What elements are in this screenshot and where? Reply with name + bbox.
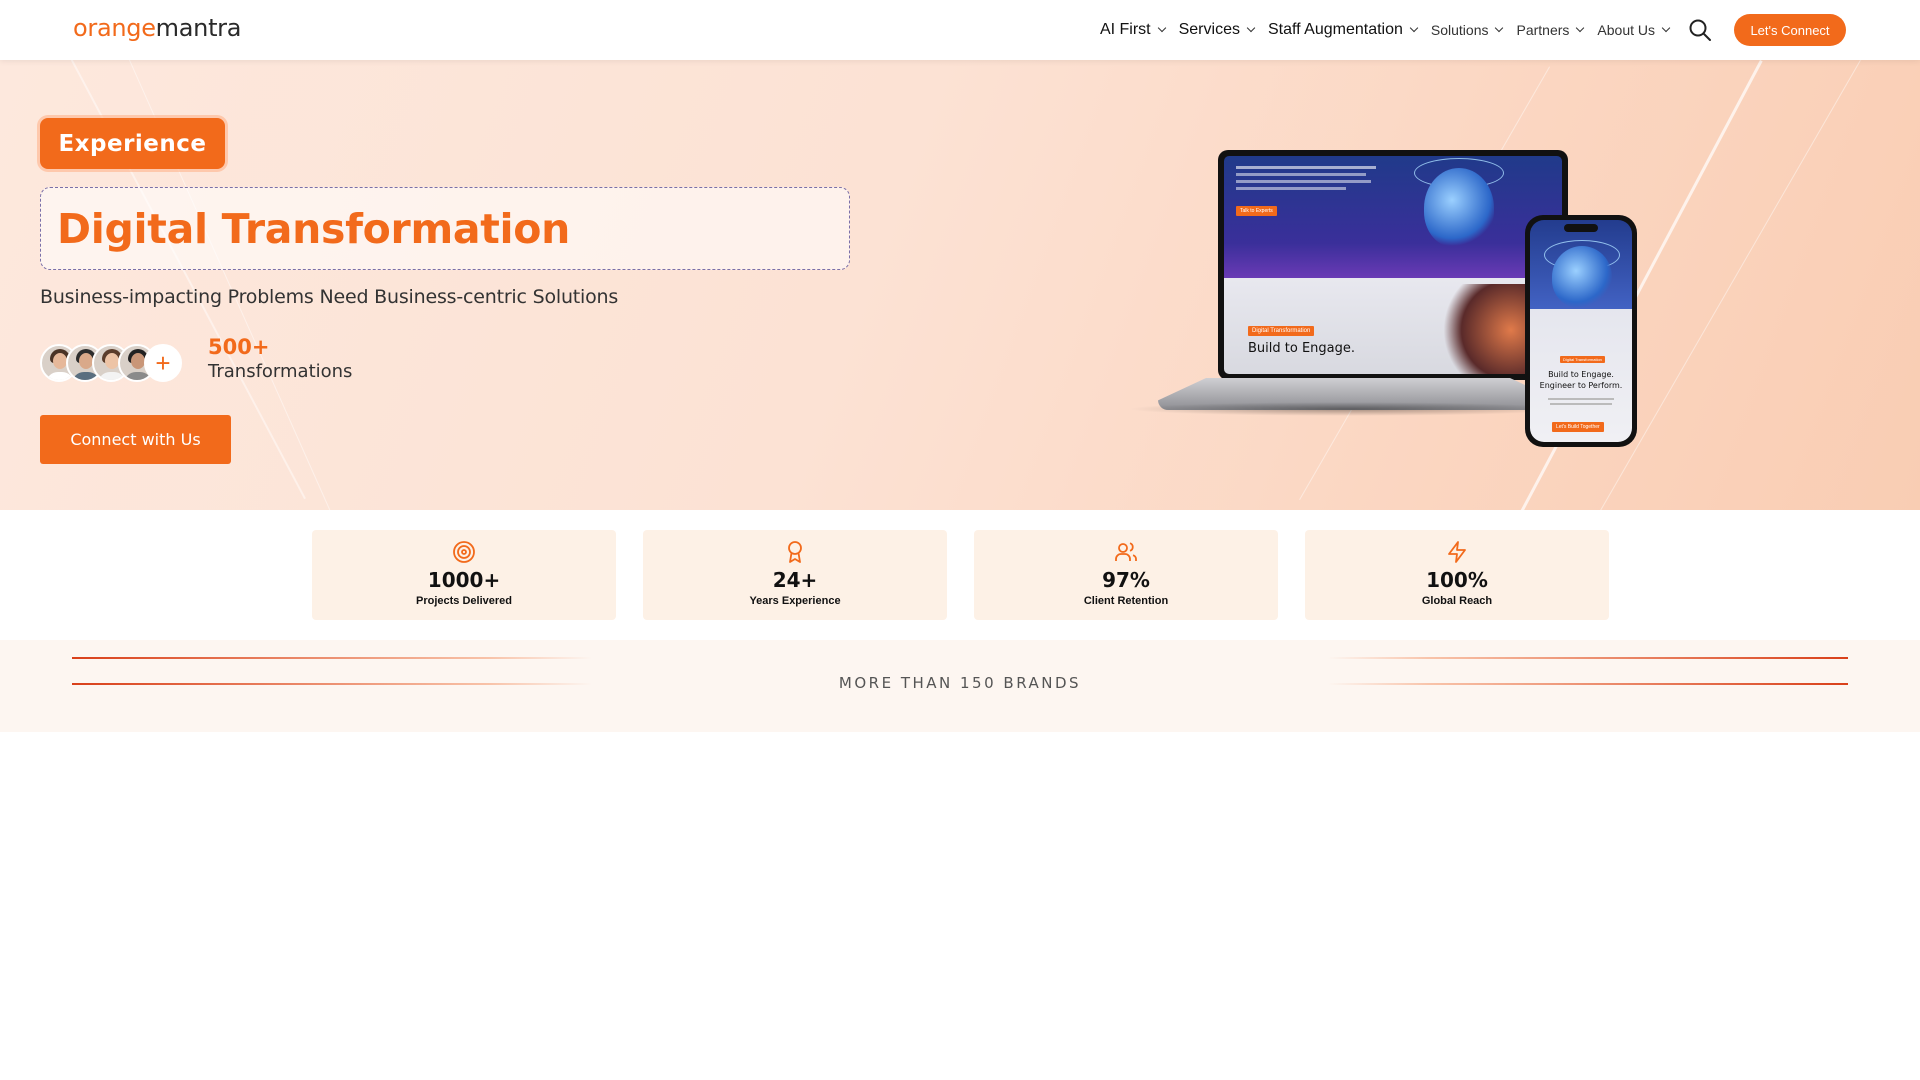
laptop-screen-content: Talk to Experts Digital Transformation B… (1224, 156, 1562, 374)
chevron-down-icon (1576, 23, 1585, 33)
phone-mockup: Digital Transformation Build to Engage. … (1525, 215, 1637, 447)
avatar-group: + (40, 344, 182, 384)
stat-value: 24+ (772, 568, 818, 592)
chevron-down-icon (1409, 23, 1419, 33)
users-icon (1115, 542, 1137, 561)
hero-section: Experience Digital Transformation Busine… (0, 60, 1920, 510)
menu-item-label: Staff Augmentation (1267, 21, 1403, 38)
laptop-mini-cta: Talk to Experts (1236, 206, 1277, 216)
laptop-screen: Talk to Experts Digital Transformation B… (1218, 150, 1568, 380)
menu-item-label: AI First (1099, 21, 1151, 38)
phone-mini-tag: Digital Transformation (1560, 356, 1605, 363)
laptop-mockup: Talk to Experts Digital Transformation B… (1128, 150, 1568, 440)
stat-card-projects: 1000+ Projects Delivered (312, 530, 616, 620)
menu-item-about-us[interactable]: About Us (1597, 22, 1671, 38)
menu-item-solutions[interactable]: Solutions (1430, 22, 1504, 38)
stat-label: Client Retention (1083, 595, 1169, 607)
stat-value: 97% (1102, 568, 1150, 592)
brands-decor-line (1328, 657, 1848, 659)
brands-decor-line (72, 657, 592, 659)
menu-item-ai-first[interactable]: AI First (1099, 21, 1166, 39)
brands-section: MORE THAN 150 BRANDS (0, 640, 1920, 732)
stat-value: 1000+ (427, 568, 501, 592)
stat-value: 100% (1426, 568, 1488, 592)
transformations-count: 500+ (208, 335, 270, 359)
brands-title: MORE THAN 150 BRANDS (838, 674, 1082, 692)
logo[interactable]: orangemantra (73, 14, 241, 42)
stat-label: Years Experience (749, 595, 841, 607)
plus-icon: + (144, 344, 182, 382)
menu-item-services[interactable]: Services (1178, 21, 1256, 39)
hero-subtitle: Business-impacting Problems Need Busines… (40, 286, 619, 308)
chevron-down-icon (1661, 23, 1671, 33)
menu-item-label: About Us (1597, 22, 1655, 38)
chevron-down-icon (1495, 23, 1504, 33)
main-menu: AI First Services Staff Augmentation Sol… (1099, 0, 1671, 60)
page-title: Digital Transformation (57, 204, 571, 253)
stat-card-reach: 100% Global Reach (1305, 530, 1609, 620)
title-box: Digital Transformation (40, 187, 850, 270)
menu-item-staff-augmentation[interactable]: Staff Augmentation (1267, 21, 1419, 39)
logo-orange: orange (73, 14, 156, 42)
chevron-down-icon (1246, 23, 1256, 33)
target-icon (453, 541, 475, 563)
lets-connect-button[interactable]: Let's Connect (1734, 14, 1846, 46)
connect-with-us-button[interactable]: Connect with Us (40, 415, 231, 464)
stat-label: Global Reach (1421, 595, 1493, 607)
search-icon[interactable] (1688, 18, 1712, 42)
logo-mantra: mantra (155, 14, 242, 42)
chevron-down-icon (1157, 23, 1166, 33)
phone-mini-cta: Let's Build Together (1552, 422, 1604, 432)
phone-screen-content: Digital Transformation Build to Engage. … (1530, 220, 1632, 442)
menu-item-label: Services (1178, 21, 1240, 38)
top-navbar: orangemantra AI First Services Staff Aug… (0, 0, 1920, 60)
award-icon (788, 541, 802, 563)
menu-item-partners[interactable]: Partners (1516, 22, 1585, 38)
laptop-shadow (1128, 402, 1568, 416)
phone-mini-heading-2: Engineer to Perform. (1539, 381, 1623, 390)
transformations-label: Transformations (208, 361, 353, 382)
menu-item-label: Solutions (1430, 22, 1489, 38)
lightning-icon (1448, 541, 1466, 563)
laptop-mini-tag: Digital Transformation (1248, 326, 1315, 336)
phone-mini-heading-1: Build to Engage. (1548, 370, 1614, 379)
experience-badge: Experience (40, 118, 225, 169)
menu-item-label: Partners (1516, 22, 1570, 38)
stat-card-years: 24+ Years Experience (643, 530, 947, 620)
stat-label: Projects Delivered (416, 595, 512, 607)
stat-card-retention: 97% Client Retention (974, 530, 1278, 620)
laptop-mini-heading: Build to Engage. (1248, 341, 1356, 356)
stats-section: 1000+ Projects Delivered 24+ Years Exper… (0, 510, 1920, 640)
